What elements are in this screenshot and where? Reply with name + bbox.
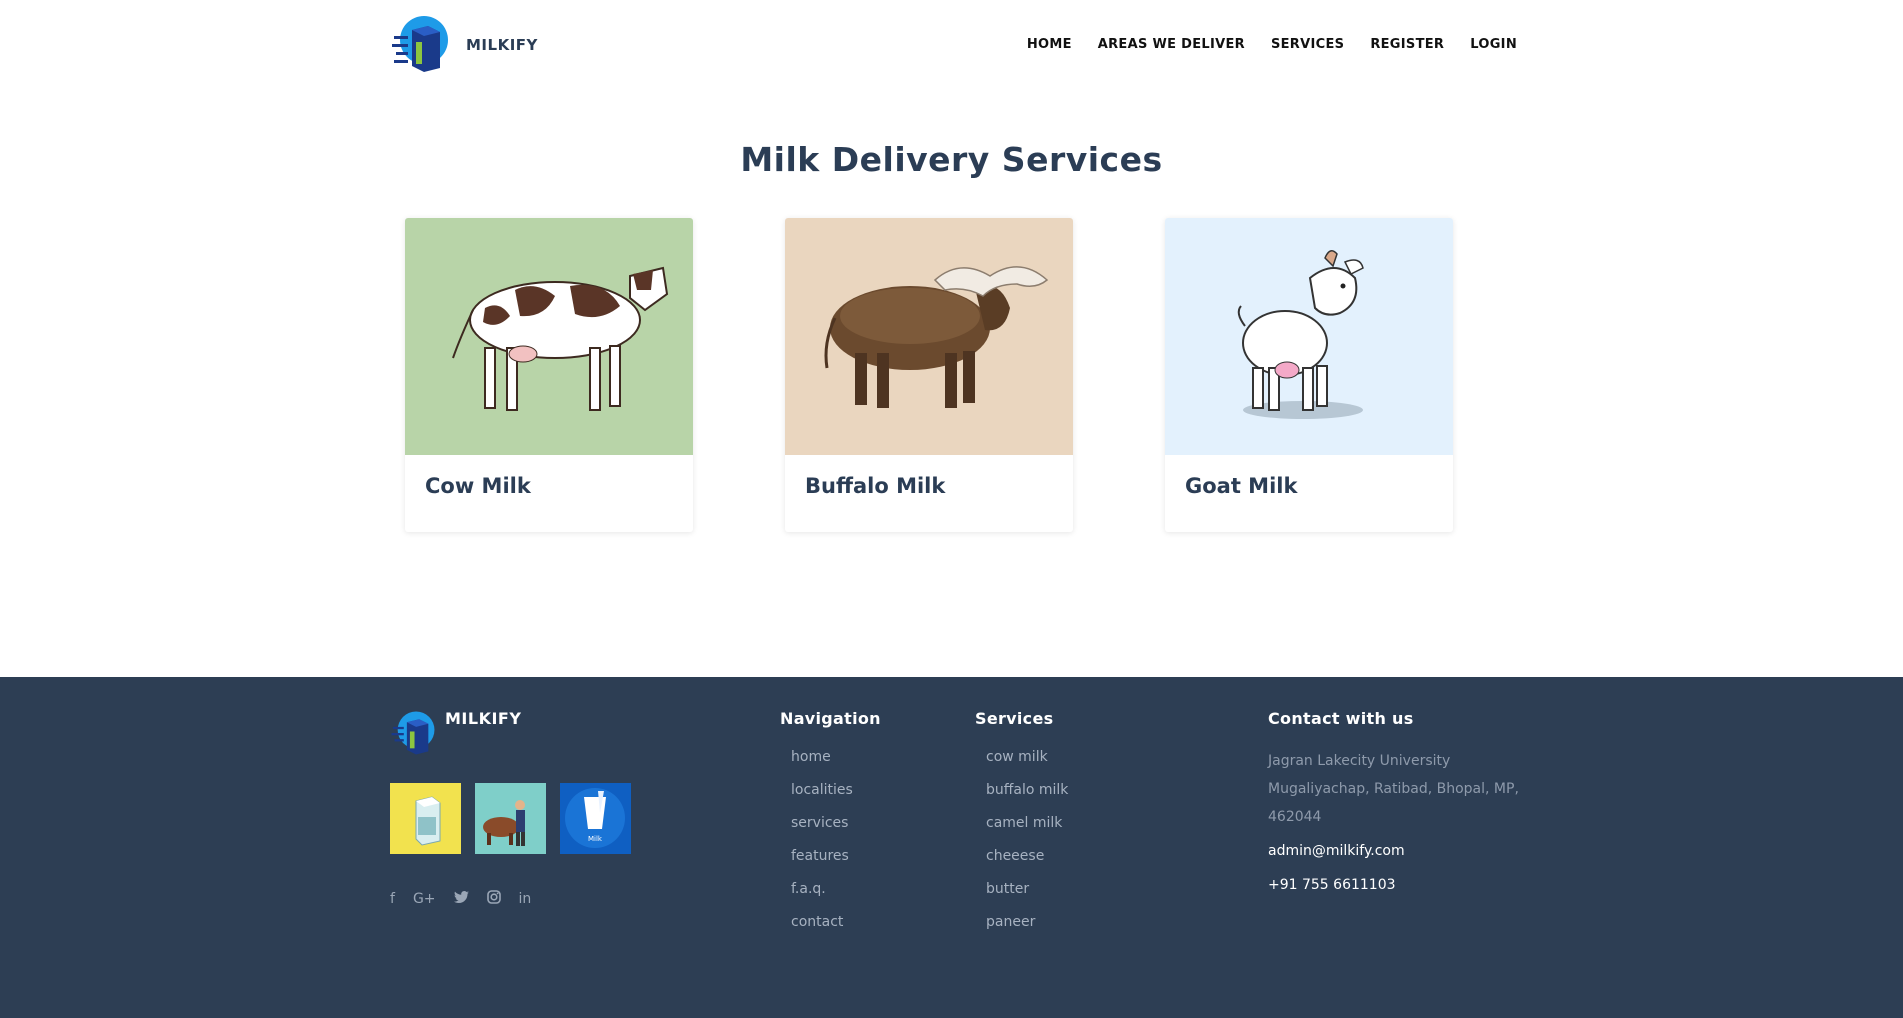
milk-glass-caption: Milk	[588, 835, 603, 843]
facebook-icon[interactable]: f	[390, 891, 395, 907]
footer-contact-heading: Contact with us	[1268, 709, 1414, 728]
service-card-goat-milk[interactable]: Goat Milk	[1165, 218, 1453, 532]
footer-link-buffalo-milk[interactable]: buffalo milk	[986, 782, 1068, 798]
list-item: butter	[986, 881, 1068, 914]
contact-phone[interactable]: +91 755 6611103	[1268, 871, 1538, 899]
footer-link-services[interactable]: services	[791, 815, 848, 831]
list-item: buffalo milk	[986, 782, 1068, 815]
list-item: cheeese	[986, 848, 1068, 881]
footer-link-localities[interactable]: localities	[791, 782, 853, 798]
footer-link-contact[interactable]: contact	[791, 914, 843, 930]
contact-info: Jagran Lakecity University Mugaliyachap,…	[1268, 747, 1538, 899]
brand-name[interactable]: MILKIFY	[466, 36, 538, 54]
footer-link-cow-milk[interactable]: cow milk	[986, 749, 1048, 765]
footer-link-home[interactable]: home	[791, 749, 831, 765]
footer-services-heading: Services	[975, 709, 1054, 728]
footer-services-list: cow milk buffalo milk camel milk cheeese…	[986, 749, 1068, 947]
nav-areas-we-deliver[interactable]: AREAS WE DELIVER	[1098, 37, 1245, 52]
main-nav: HOME AREAS WE DELIVER SERVICES REGISTER …	[1027, 37, 1517, 52]
list-item: services	[791, 815, 853, 848]
list-item: camel milk	[986, 815, 1068, 848]
list-item: cow milk	[986, 749, 1068, 782]
card-title[interactable]: Goat Milk	[1185, 474, 1297, 498]
google-plus-icon[interactable]: G+	[413, 891, 436, 907]
milk-carton-image[interactable]	[390, 783, 461, 854]
contact-email[interactable]: admin@milkify.com	[1268, 837, 1538, 865]
footer-link-cheese[interactable]: cheeese	[986, 848, 1044, 864]
footer-brand-name: MILKIFY	[445, 709, 522, 728]
footer-link-paneer[interactable]: paneer	[986, 914, 1035, 930]
milk-glass-image[interactable]: Milk	[560, 783, 631, 854]
footer-link-faq[interactable]: f.a.q.	[791, 881, 826, 897]
page-title: Milk Delivery Services	[740, 140, 1163, 179]
list-item: f.a.q.	[791, 881, 853, 914]
card-title[interactable]: Cow Milk	[425, 474, 531, 498]
contact-address: Jagran Lakecity University Mugaliyachap,…	[1268, 753, 1519, 825]
goat-image	[1165, 218, 1453, 455]
site-header: MILKIFY HOME AREAS WE DELIVER SERVICES R…	[0, 0, 1903, 95]
nav-home[interactable]: HOME	[1027, 37, 1072, 52]
nav-services[interactable]: SERVICES	[1271, 37, 1344, 52]
footer-navigation-heading: Navigation	[780, 709, 881, 728]
cow-image	[405, 218, 693, 455]
milkify-logo-icon[interactable]	[390, 710, 436, 756]
list-item: home	[791, 749, 853, 782]
nav-register[interactable]: REGISTER	[1370, 37, 1444, 52]
card-title[interactable]: Buffalo Milk	[805, 474, 945, 498]
instagram-icon[interactable]	[486, 890, 501, 908]
site-footer: MILKIFY Milk f G+ in Navigation home loc…	[0, 677, 1903, 1018]
footer-link-camel-milk[interactable]: camel milk	[986, 815, 1062, 831]
milkify-logo-icon[interactable]	[390, 14, 450, 74]
farmer-cow-image[interactable]	[475, 783, 546, 854]
footer-link-butter[interactable]: butter	[986, 881, 1029, 897]
twitter-icon[interactable]	[453, 890, 469, 908]
service-card-buffalo-milk[interactable]: Buffalo Milk	[785, 218, 1073, 532]
list-item: contact	[791, 914, 853, 947]
footer-navigation-list: home localities services features f.a.q.…	[791, 749, 853, 947]
list-item: localities	[791, 782, 853, 815]
list-item: paneer	[986, 914, 1068, 947]
service-card-cow-milk[interactable]: Cow Milk	[405, 218, 693, 532]
footer-link-features[interactable]: features	[791, 848, 849, 864]
nav-login[interactable]: LOGIN	[1470, 37, 1517, 52]
list-item: features	[791, 848, 853, 881]
social-links: f G+ in	[390, 890, 531, 908]
linkedin-icon[interactable]: in	[519, 891, 532, 907]
buffalo-image	[785, 218, 1073, 455]
